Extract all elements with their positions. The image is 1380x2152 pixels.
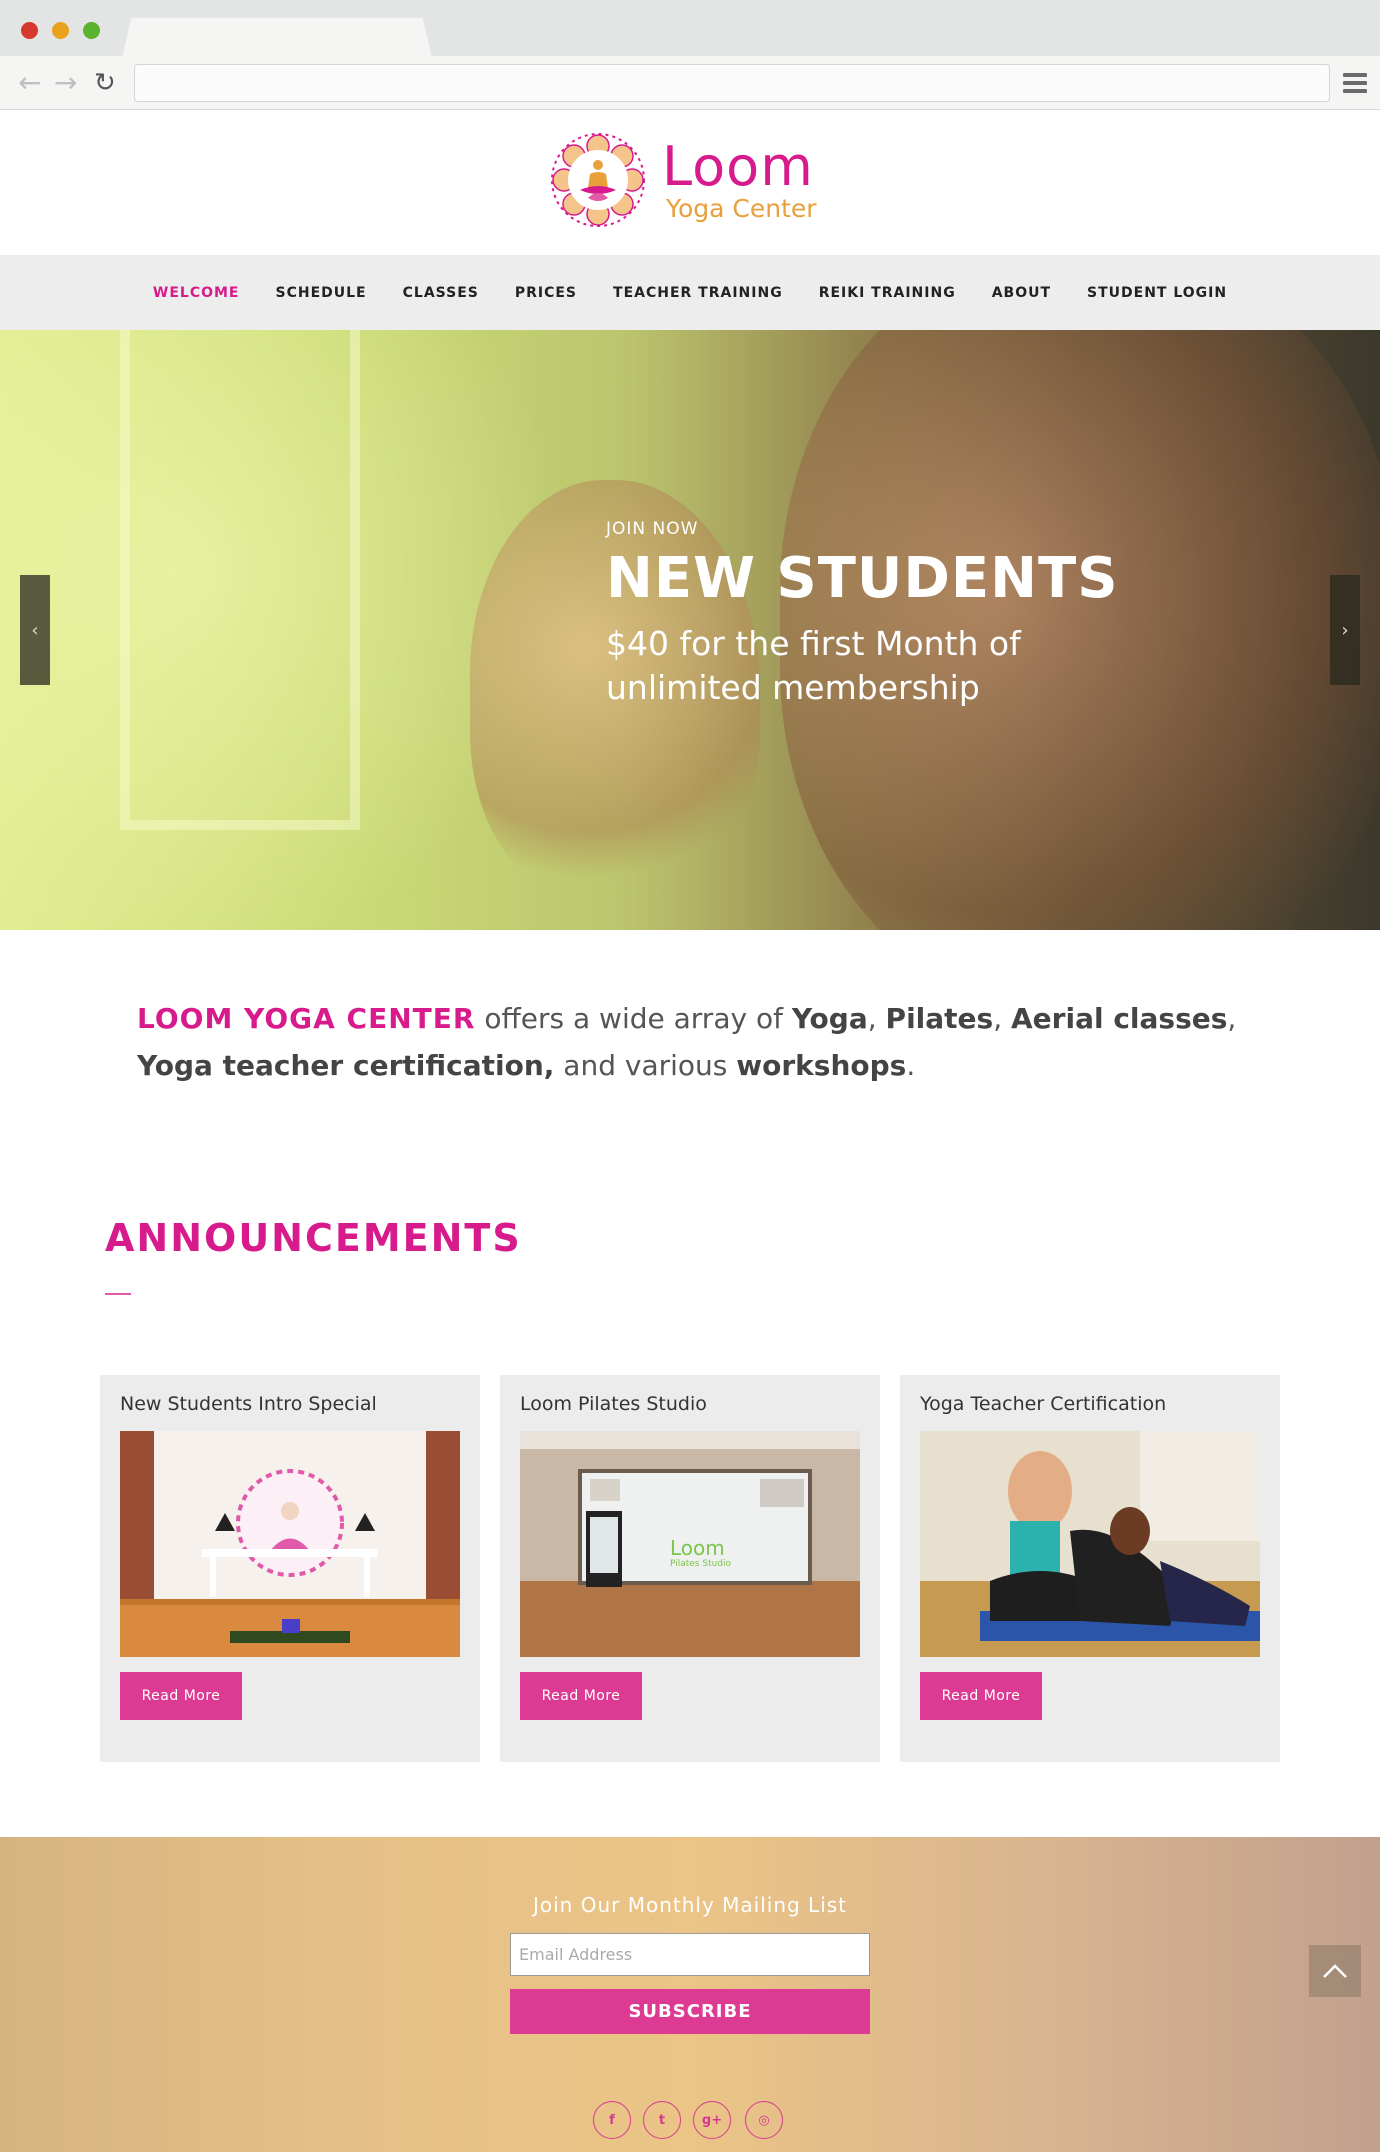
intro-text: offers a wide array of: [475, 1002, 792, 1035]
reload-icon[interactable]: ↻: [94, 70, 116, 96]
intro-paragraph: LOOM YOGA CENTER offers a wide array of …: [137, 995, 1237, 1089]
card-image-pilates-studio[interactable]: Loom Pilates Studio: [520, 1431, 860, 1657]
nav-item-student-login[interactable]: STUDENT LOGIN: [1087, 285, 1227, 301]
chevron-right-icon: ›: [1341, 619, 1349, 641]
heading-divider: [105, 1293, 131, 1295]
nav-item-reiki-training[interactable]: REIKI TRAINING: [819, 285, 956, 301]
main-navigation: WELCOME SCHEDULE CLASSES PRICES TEACHER …: [0, 255, 1380, 330]
nav-item-about[interactable]: ABOUT: [992, 285, 1051, 301]
browser-title-bar: [0, 0, 1380, 58]
forward-arrow-icon[interactable]: →: [54, 69, 77, 97]
maximize-window-button[interactable]: [83, 22, 100, 39]
hero-subtitle-line2: unlimited membership: [606, 668, 980, 707]
browser-menu-icon[interactable]: [1343, 73, 1367, 93]
slider-prev-button[interactable]: ‹: [20, 575, 50, 685]
read-more-button[interactable]: Read More: [120, 1672, 242, 1720]
facebook-icon[interactable]: f: [593, 2101, 631, 2139]
hero-subtitle: $40 for the first Month of unlimited mem…: [606, 622, 1166, 710]
card-title[interactable]: New Students Intro Special: [120, 1391, 377, 1417]
sign-wordmark: Loom: [670, 1536, 725, 1560]
footer-mailing-section: Join Our Monthly Mailing List SUBSCRIBE …: [0, 1837, 1380, 2152]
email-input[interactable]: [510, 1933, 870, 1976]
hero-title: NEW STUDENTS: [606, 546, 1119, 611]
chevron-left-icon: ‹: [31, 619, 39, 641]
announcements-heading: ANNOUNCEMENTS: [105, 1216, 522, 1260]
intro-bold: Yoga teacher certification,: [137, 1049, 555, 1082]
intro-text: ,: [1227, 1002, 1237, 1035]
card-title[interactable]: Loom Pilates Studio: [520, 1391, 707, 1417]
subscribe-button[interactable]: SUBSCRIBE: [510, 1989, 870, 2034]
nav-item-teacher-training[interactable]: TEACHER TRAINING: [613, 285, 783, 301]
site-header: Loom Yoga Center: [0, 110, 1380, 255]
intro-text: and various: [554, 1049, 737, 1082]
read-more-button[interactable]: Read More: [520, 1672, 642, 1720]
card-image-yoga-class[interactable]: [920, 1431, 1260, 1657]
hero-caption: JOIN NOW NEW STUDENTS $40 for the first …: [606, 518, 1166, 710]
back-arrow-icon[interactable]: ←: [18, 69, 41, 97]
address-bar[interactable]: [134, 64, 1330, 102]
nav-item-welcome[interactable]: WELCOME: [153, 285, 240, 301]
back-to-top-button[interactable]: [1309, 1945, 1361, 1997]
intro-bold: workshops: [736, 1049, 907, 1082]
nav-item-classes[interactable]: CLASSES: [403, 285, 479, 301]
read-more-button[interactable]: Read More: [920, 1672, 1042, 1720]
hero-subtitle-line1: $40 for the first Month of: [606, 624, 1021, 663]
nav-item-schedule[interactable]: SCHEDULE: [276, 285, 367, 301]
mailing-list-title: Join Our Monthly Mailing List: [532, 1893, 848, 1917]
lotus-meditation-logo-icon[interactable]: [550, 132, 646, 228]
chevron-up-icon: [1323, 1964, 1347, 1978]
slider-next-button[interactable]: ›: [1330, 575, 1360, 685]
instagram-icon[interactable]: ◎: [745, 2101, 783, 2139]
intro-text: ,: [993, 1002, 1012, 1035]
nav-item-prices[interactable]: PRICES: [515, 285, 577, 301]
announcement-card: New Students Intro Special Read More: [100, 1375, 480, 1762]
logo-wordmark[interactable]: Loom: [662, 138, 814, 196]
intro-text: ,: [867, 1002, 886, 1035]
close-window-button[interactable]: [21, 22, 38, 39]
google-plus-icon[interactable]: g+: [693, 2101, 731, 2139]
intro-bold: Pilates: [885, 1002, 994, 1035]
browser-tab[interactable]: [122, 18, 432, 58]
announcement-card: Loom Pilates Studio Loom Pilates Studio …: [500, 1375, 880, 1762]
minimize-window-button[interactable]: [52, 22, 69, 39]
announcement-card: Yoga Teacher Certification Read More: [900, 1375, 1280, 1762]
twitter-icon[interactable]: t: [643, 2101, 681, 2139]
card-title[interactable]: Yoga Teacher Certification: [920, 1391, 1166, 1417]
logo-subtitle[interactable]: Yoga Center: [666, 194, 817, 224]
hero-slider: JOIN NOW NEW STUDENTS $40 for the first …: [0, 330, 1380, 930]
intro-text: .: [906, 1049, 916, 1082]
intro-brand: LOOM YOGA CENTER: [137, 1002, 476, 1035]
intro-bold: Aerial classes: [1011, 1002, 1228, 1035]
sign-subtitle: Pilates Studio: [670, 1559, 732, 1569]
card-image-altar[interactable]: [120, 1431, 460, 1657]
intro-bold: Yoga: [791, 1002, 868, 1035]
hero-kicker: JOIN NOW: [606, 519, 699, 539]
